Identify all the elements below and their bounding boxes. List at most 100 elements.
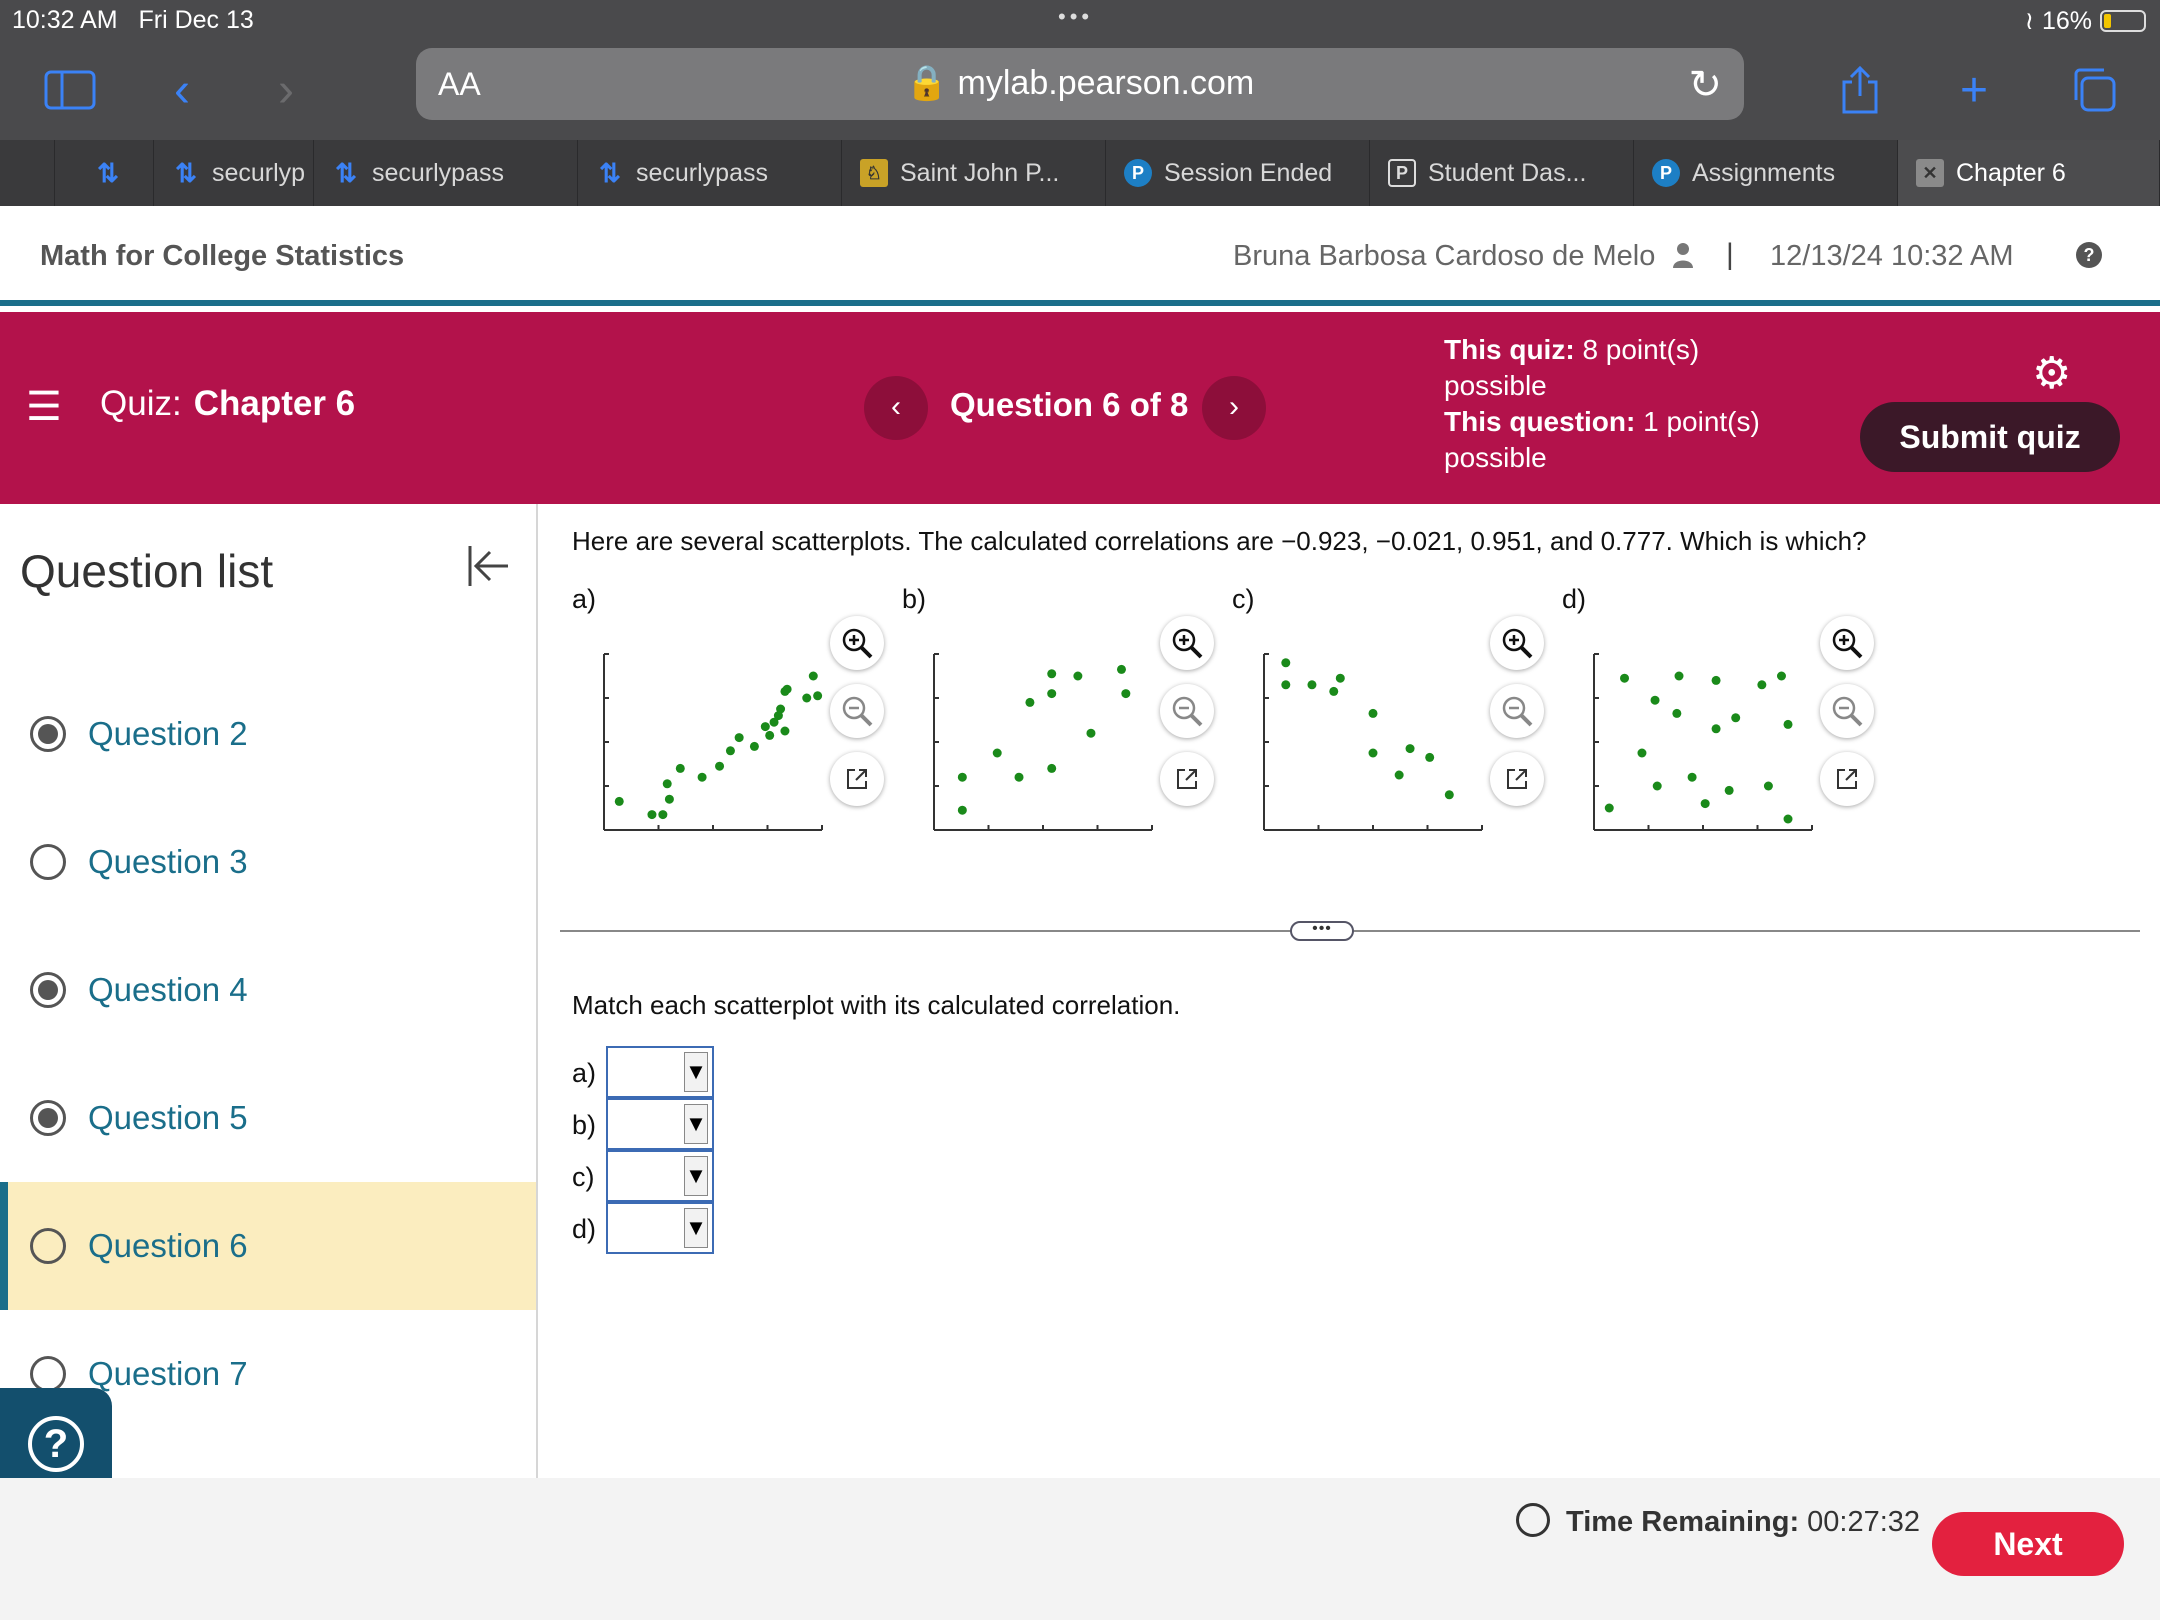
- correlation-select-a[interactable]: ▼: [606, 1046, 714, 1098]
- tab-strip: ⇅ ⇅ securlyp ⇅ securlypass ⇅ securlypass ♘ S…: [0, 140, 2160, 206]
- course-header: Math for College Statistics Bruna Barbos…: [0, 206, 2160, 306]
- tab-assignments[interactable]: P Assignments: [1634, 140, 1898, 206]
- data-point: [1281, 658, 1291, 668]
- zoom-in-icon-plot-c[interactable]: [1490, 616, 1544, 670]
- data-point: [715, 761, 725, 771]
- open-external-icon-plot-a[interactable]: [830, 752, 884, 806]
- data-point: [1086, 728, 1096, 738]
- data-point: [1047, 669, 1057, 679]
- new-tab-icon[interactable]: +: [1944, 60, 2004, 120]
- tab-student-dashboard[interactable]: P Student Das...: [1370, 140, 1634, 206]
- data-point: [1394, 770, 1404, 780]
- answered-radio-icon: [30, 1100, 66, 1136]
- question-list-item-5[interactable]: Question 5: [0, 1054, 536, 1182]
- question-list-item-6[interactable]: Question 6: [0, 1182, 536, 1310]
- tab-chapter-6[interactable]: ✕ Chapter 6: [1898, 140, 2160, 206]
- dropdown-arrow-icon[interactable]: ▼: [684, 1104, 708, 1144]
- zoom-in-icon-plot-b[interactable]: [1160, 616, 1214, 670]
- open-external-icon-plot-b[interactable]: [1160, 752, 1214, 806]
- dropdown-arrow-icon[interactable]: ▼: [684, 1052, 708, 1092]
- tab-overflow-link[interactable]: ⇅: [54, 140, 154, 206]
- data-point: [1047, 689, 1057, 699]
- close-tab-icon[interactable]: ✕: [1916, 159, 1944, 187]
- data-point: [1121, 689, 1131, 699]
- zoom-out-icon-plot-d[interactable]: [1820, 684, 1874, 738]
- data-point: [1444, 790, 1454, 800]
- data-point: [725, 746, 735, 756]
- question-position: Question 6 of 8: [950, 386, 1189, 423]
- forward-icon[interactable]: ›: [256, 60, 316, 120]
- data-point: [1672, 708, 1682, 718]
- tab-securlypass-1[interactable]: ⇅ securlypass: [314, 140, 578, 206]
- data-point: [1776, 671, 1786, 681]
- open-external-icon-plot-d[interactable]: [1820, 752, 1874, 806]
- zoom-out-icon-plot-b[interactable]: [1160, 684, 1214, 738]
- link-icon: ⇅: [97, 157, 119, 188]
- data-point: [1368, 748, 1378, 758]
- question-mark-icon: ?: [28, 1416, 84, 1472]
- zoom-in-icon-plot-a[interactable]: [830, 616, 884, 670]
- data-point: [1783, 719, 1793, 729]
- previous-question-button[interactable]: ‹: [864, 376, 928, 440]
- next-question-button[interactable]: ›: [1202, 376, 1266, 440]
- settings-gear-icon[interactable]: ⚙: [2032, 348, 2071, 399]
- person-icon: [1672, 242, 1694, 275]
- dropdown-arrow-icon[interactable]: ▼: [684, 1156, 708, 1196]
- quiz-title: Quiz: Chapter 6: [100, 384, 356, 423]
- data-point: [1637, 748, 1647, 758]
- link-icon: ⇅: [599, 157, 621, 188]
- multitasking-dots[interactable]: •••: [1058, 4, 1093, 30]
- link-icon: ⇅: [335, 157, 357, 188]
- data-point: [1025, 697, 1035, 707]
- question-prompt: Here are several scatterplots. The calcu…: [572, 526, 1867, 556]
- wifi-icon: ≀: [2024, 7, 2034, 35]
- question-list-item-3[interactable]: Question 3: [0, 798, 536, 926]
- tab-securlypass-2[interactable]: ⇅ securlypass: [578, 140, 842, 206]
- submit-quiz-button[interactable]: Submit quiz: [1860, 402, 2120, 472]
- tab-saint-john[interactable]: ♘ Saint John P...: [842, 140, 1106, 206]
- menu-icon[interactable]: ☰: [26, 384, 62, 430]
- next-button[interactable]: Next: [1932, 1512, 2124, 1576]
- data-point: [1425, 752, 1435, 762]
- open-external-icon-plot-c[interactable]: [1490, 752, 1544, 806]
- question-list-item-2[interactable]: Question 2: [0, 670, 536, 798]
- tab-overflow[interactable]: [14, 140, 55, 206]
- data-point: [1731, 713, 1741, 723]
- data-point: [1329, 686, 1339, 696]
- correlation-select-d[interactable]: ▼: [606, 1202, 714, 1254]
- question-list-item-4[interactable]: Question 4: [0, 926, 536, 1054]
- tab-securlyp[interactable]: ⇅ securlyp: [154, 140, 314, 206]
- help-icon[interactable]: ?: [2076, 242, 2102, 268]
- reload-icon[interactable]: ↻: [1688, 62, 1722, 108]
- data-point: [1014, 772, 1024, 782]
- correlation-select-c[interactable]: ▼: [606, 1150, 714, 1202]
- dropdown-arrow-icon[interactable]: ▼: [684, 1208, 708, 1248]
- data-point: [749, 741, 759, 751]
- tab-session-ended[interactable]: P Session Ended: [1106, 140, 1370, 206]
- tabs-overview-icon[interactable]: [2064, 60, 2124, 120]
- url-text[interactable]: 🔒 mylab.pearson.com: [416, 63, 1744, 103]
- status-right: ≀ 16%: [2025, 6, 2146, 36]
- battery-icon: [2100, 10, 2146, 32]
- data-point: [782, 684, 792, 694]
- data-point: [780, 726, 790, 736]
- zoom-out-icon-plot-c[interactable]: [1490, 684, 1544, 738]
- sidebar-toggle-icon[interactable]: [40, 60, 100, 120]
- data-point: [1687, 772, 1697, 782]
- share-icon[interactable]: [1830, 60, 1890, 120]
- scatterplot-b: [933, 653, 1153, 831]
- zoom-out-icon-plot-a[interactable]: [830, 684, 884, 738]
- correlation-select-b[interactable]: ▼: [606, 1098, 714, 1150]
- header-separator: |: [1726, 238, 1734, 271]
- question-list-title: Question list: [20, 545, 274, 597]
- user-name: Bruna Barbosa Cardoso de Melo: [1233, 240, 1656, 272]
- address-bar[interactable]: AA 🔒 mylab.pearson.com ↻: [416, 48, 1744, 120]
- collapse-panel-icon[interactable]: [464, 542, 512, 602]
- scatterplot-d: [1593, 653, 1813, 831]
- data-point: [765, 730, 775, 740]
- back-icon[interactable]: ‹: [152, 60, 212, 120]
- points-info: This quiz: 8 point(s) possible This ques…: [1444, 334, 1760, 473]
- data-point: [1674, 671, 1684, 681]
- resize-grip[interactable]: •••: [1290, 921, 1354, 941]
- zoom-in-icon-plot-d[interactable]: [1820, 616, 1874, 670]
